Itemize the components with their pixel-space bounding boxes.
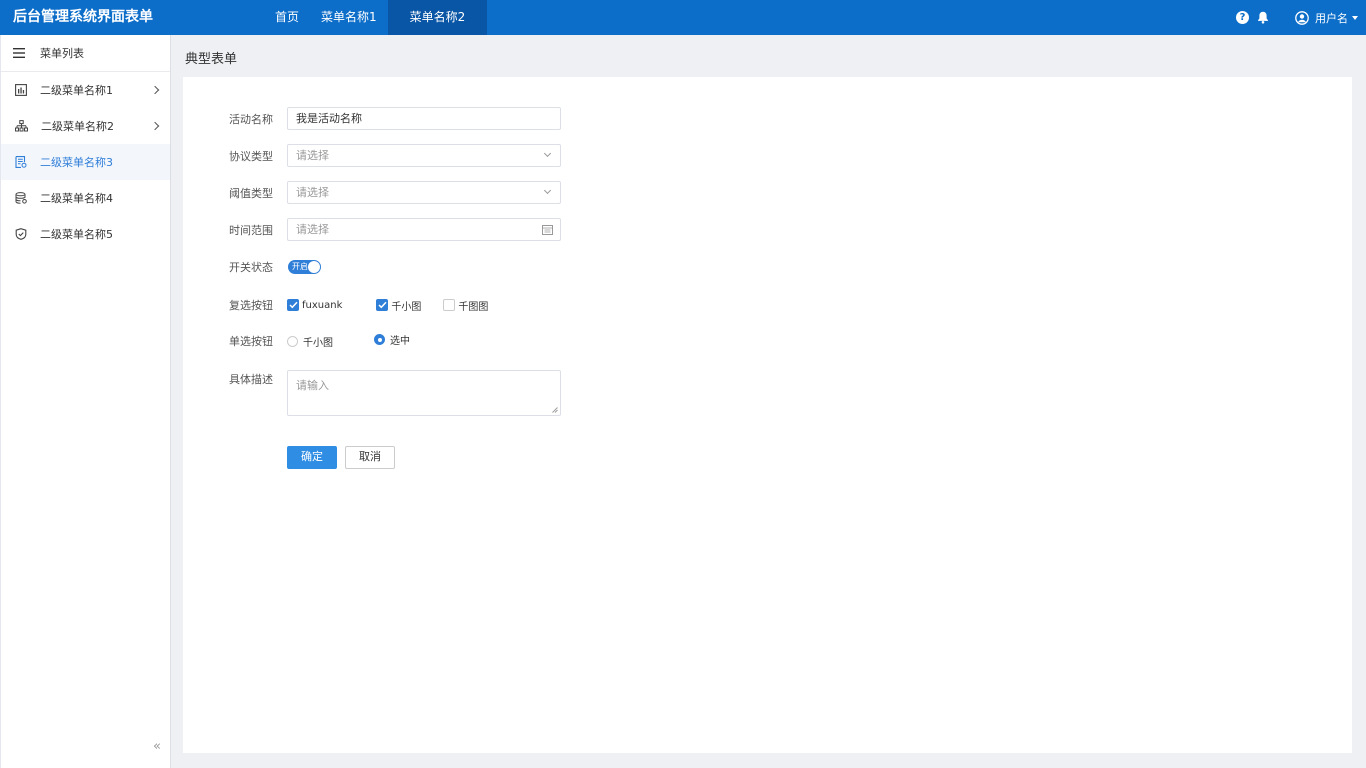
- protocol-type-label: 协议类型: [229, 149, 273, 163]
- threshold-type-select[interactable]: 请选择: [287, 181, 561, 204]
- database-icon: [15, 192, 27, 204]
- form-row-threshold-type: 阈值类型 请选择: [229, 181, 561, 204]
- time-range-label: 时间范围: [229, 223, 273, 237]
- top-nav: 首页 菜单名称1 菜单名称2: [264, 0, 488, 35]
- sidebar-header[interactable]: 菜单列表: [1, 35, 170, 72]
- user-menu[interactable]: 用户名: [1295, 10, 1358, 26]
- question-circle-icon[interactable]: ?: [1236, 11, 1249, 24]
- form-row-checkbox: 复选按钮 fuxuank 千小图 千图图: [229, 297, 510, 313]
- form-row-radio: 单选按钮 千小图 选中: [229, 333, 432, 349]
- app-title: 后台管理系统界面表单: [13, 9, 153, 25]
- protocol-type-placeholder: 请选择: [296, 149, 329, 162]
- sidebar-item-label: 二级菜单名称1: [40, 84, 113, 97]
- sidebar-item-label: 二级菜单名称2: [41, 120, 114, 133]
- top-bar: 后台管理系统界面表单 首页 菜单名称1 菜单名称2 ? 用户名: [0, 0, 1366, 35]
- cancel-button[interactable]: 取消: [345, 446, 395, 469]
- radio-option-2[interactable]: 选中: [374, 332, 410, 347]
- radio-option-label: 千小图: [303, 337, 333, 349]
- bar-chart-icon: [15, 84, 27, 96]
- nav-item-menu2[interactable]: 菜单名称2: [387, 0, 488, 35]
- shield-icon: [15, 228, 27, 240]
- form-row-activity-name: 活动名称 我是活动名称: [229, 107, 561, 130]
- sidebar-item-3[interactable]: 二级菜单名称3: [1, 144, 170, 180]
- checkbox-option-label: 千小图: [391, 301, 422, 313]
- username: 用户名: [1315, 11, 1348, 25]
- checkbox-option-label: fuxuank: [302, 299, 343, 311]
- description-textarea[interactable]: 请输入: [287, 370, 561, 416]
- top-right-tools: ? 用户名: [1236, 0, 1358, 35]
- toggle-on-text: 开启: [292, 262, 308, 271]
- checkbox-label: 复选按钮: [229, 299, 273, 312]
- page-title: 典型表单: [185, 52, 238, 67]
- chevron-right-icon: [150, 85, 160, 95]
- radio-label: 单选按钮: [229, 335, 273, 348]
- radio-option-1[interactable]: 千小图: [287, 334, 333, 349]
- checkbox-option-label: 千图图: [458, 301, 489, 313]
- toggle-knob: [308, 261, 320, 273]
- form-row-time-range: 时间范围 请选择: [229, 218, 561, 241]
- collapse-sidebar-icon[interactable]: «: [153, 739, 161, 754]
- radio-checked-icon: [374, 334, 385, 345]
- radio-option-label: 选中: [390, 336, 410, 347]
- chevron-right-icon: [150, 121, 160, 131]
- chevron-down-icon: [543, 186, 552, 195]
- sidebar-header-label: 菜单列表: [40, 47, 84, 60]
- menu-icon: [13, 48, 25, 58]
- sidebar-item-4[interactable]: 二级菜单名称4: [1, 180, 170, 216]
- sidebar: 菜单列表 二级菜单名称1 二级菜单名称2 二级菜单名称3 二级菜单名称4 二级菜…: [0, 35, 171, 768]
- threshold-type-placeholder: 请选择: [296, 186, 329, 199]
- calendar-icon: [542, 225, 553, 235]
- sidebar-item-5[interactable]: 二级菜单名称5: [1, 216, 170, 252]
- checkbox-checked-icon: [376, 299, 389, 311]
- form-row-protocol-type: 协议类型 请选择: [229, 144, 561, 167]
- confirm-button[interactable]: 确定: [287, 446, 337, 469]
- user-circle-icon: [1295, 10, 1309, 25]
- sidebar-item-1[interactable]: 二级菜单名称1: [1, 72, 170, 108]
- protocol-type-select[interactable]: 请选择: [287, 144, 561, 167]
- checkbox-option-1[interactable]: fuxuank: [287, 299, 342, 311]
- document-icon: [15, 156, 27, 168]
- checkbox-unchecked-icon: [443, 299, 456, 311]
- description-label: 具体描述: [229, 373, 273, 386]
- sidebar-item-label: 二级菜单名称5: [40, 228, 113, 241]
- sidebar-item-2[interactable]: 二级菜单名称2: [1, 108, 170, 144]
- activity-name-input[interactable]: 我是活动名称: [287, 107, 561, 130]
- form-actions: 确定 取消: [287, 446, 395, 469]
- checkbox-checked-icon: [287, 299, 299, 311]
- resize-grip-icon[interactable]: [552, 407, 558, 413]
- switch-label: 开关状态: [229, 261, 273, 274]
- checkbox-option-2[interactable]: 千小图: [376, 298, 421, 313]
- description-placeholder: 请输入: [296, 379, 329, 392]
- threshold-type-label: 阈值类型: [229, 186, 273, 200]
- caret-down-icon: [1352, 15, 1358, 20]
- nav-item-menu1[interactable]: 菜单名称1: [310, 0, 388, 35]
- checkbox-option-3[interactable]: 千图图: [443, 298, 488, 313]
- time-range-picker[interactable]: 请选择: [287, 218, 561, 241]
- sidebar-item-label: 二级菜单名称4: [40, 192, 113, 205]
- time-range-placeholder: 请选择: [296, 223, 329, 236]
- bell-icon[interactable]: [1257, 11, 1269, 24]
- activity-name-label: 活动名称: [229, 112, 273, 126]
- sidebar-item-label: 二级菜单名称3: [40, 156, 113, 169]
- radio-unchecked-icon: [287, 335, 298, 347]
- form-row-description: 具体描述 请输入: [229, 370, 561, 416]
- nav-item-home[interactable]: 首页: [264, 0, 310, 35]
- org-chart-icon: [15, 120, 28, 132]
- chevron-down-icon: [543, 149, 552, 158]
- status-toggle[interactable]: 开启: [288, 260, 321, 274]
- form-row-switch: 开关状态 开启: [229, 259, 321, 275]
